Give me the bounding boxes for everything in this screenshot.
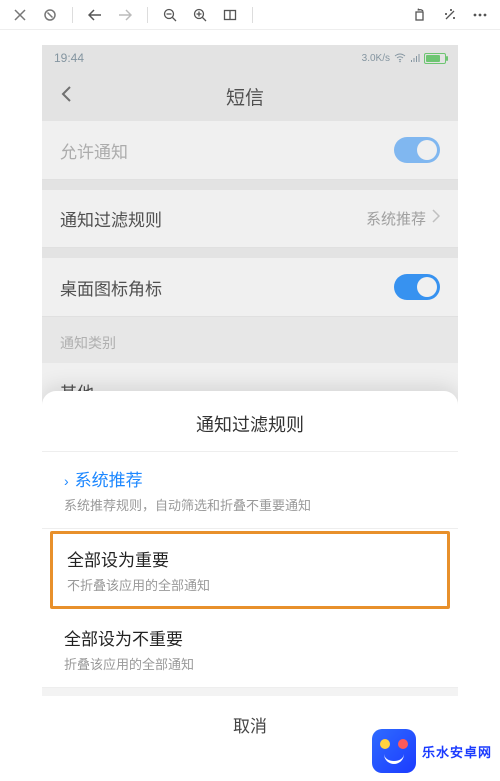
sheet-title: 通知过滤规则	[42, 391, 458, 452]
option-title: 系统推荐	[75, 471, 143, 490]
option-desc: 折叠该应用的全部通知	[64, 654, 436, 673]
fit-width-icon[interactable]	[218, 3, 242, 27]
sheet-option-all-important[interactable]: 全部设为重要 不折叠该应用的全部通知	[50, 531, 450, 609]
toolbar-separator	[72, 7, 73, 23]
phone-screenshot: 19:44 3.0K/s 短信 允许通知 通知过滤规则 系统推荐 桌面图标角标	[42, 45, 458, 765]
option-title: 全部设为不重要	[64, 625, 436, 650]
filter-rule-sheet: 通知过滤规则 › 系统推荐 系统推荐规则，自动筛选和折叠不重要通知 全部设为重要 …	[42, 391, 458, 765]
sheet-option-all-unimportant[interactable]: 全部设为不重要 折叠该应用的全部通知	[42, 611, 458, 688]
toolbar-separator	[252, 7, 253, 23]
option-desc: 系统推荐规则，自动筛选和折叠不重要通知	[64, 495, 436, 514]
chevron-right-icon: ›	[64, 473, 69, 489]
toolbar-separator	[147, 7, 148, 23]
viewer-toolbar	[0, 0, 500, 30]
close-icon[interactable]	[8, 3, 32, 27]
nav-back-icon[interactable]	[83, 3, 107, 27]
more-icon[interactable]	[468, 3, 492, 27]
zoom-in-icon[interactable]	[188, 3, 212, 27]
stop-icon[interactable]	[38, 3, 62, 27]
watermark-logo-icon	[372, 729, 416, 773]
option-desc: 不折叠该应用的全部通知	[67, 575, 433, 594]
sheet-option-system[interactable]: › 系统推荐 系统推荐规则，自动筛选和折叠不重要通知	[42, 452, 458, 529]
nav-forward-icon[interactable]	[113, 3, 137, 27]
zoom-out-icon[interactable]	[158, 3, 182, 27]
rotate-icon[interactable]	[408, 3, 432, 27]
watermark-text: 乐水安卓网	[422, 742, 492, 761]
option-title: 全部设为重要	[67, 546, 433, 571]
magic-icon[interactable]	[438, 3, 462, 27]
watermark: 乐水安卓网	[372, 729, 492, 773]
